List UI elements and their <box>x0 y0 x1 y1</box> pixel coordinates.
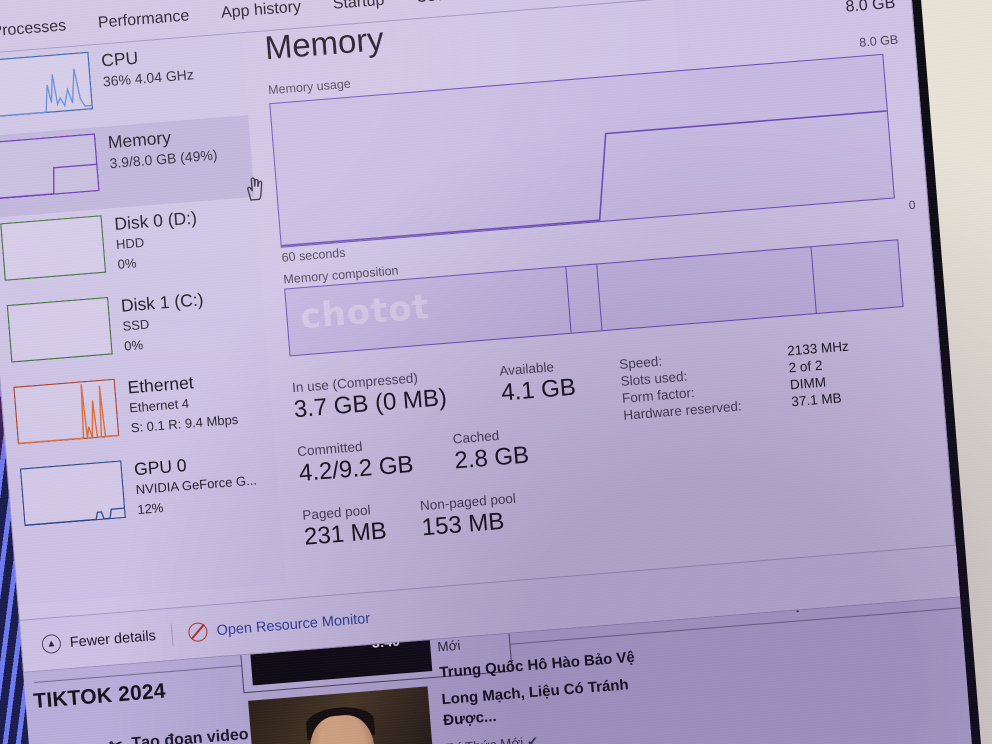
disk0-graph-icon <box>0 215 107 281</box>
stat-available-value: 4.1 GB <box>500 373 577 407</box>
total-memory-label: 8.0 GB <box>844 0 896 16</box>
footer-divider <box>170 623 174 646</box>
stat-paged-pool-value: 231 MB <box>303 517 388 551</box>
stat-available: Available 4.1 GB <box>499 358 577 408</box>
sidebar-disk0-sub2: 0% <box>117 254 137 272</box>
disk1-sparkline-thumbnail <box>6 296 113 363</box>
photo-of-monitor: TIKTOK 2024 uống ✂ Tạo đoạn video ≣+ Lưu… <box>0 0 992 744</box>
memory-sparkline-thumbnail <box>0 133 100 200</box>
sidebar-disk0-title: Disk 0 (D:) <box>113 207 198 235</box>
gpu0-sparkline-thumbnail <box>19 460 127 527</box>
cpu-graph-icon <box>0 51 94 118</box>
ethernet-graph-icon <box>13 378 120 445</box>
sidebar-cpu-sub: 36% 4.04 GHz <box>102 66 195 90</box>
cpu-sparkline-thumbnail <box>0 51 94 118</box>
graph-x-axis-right-label: 0 <box>908 197 917 213</box>
composition-segment-standby <box>597 247 817 331</box>
open-resource-monitor-button[interactable]: Open Resource Monitor <box>187 609 371 643</box>
ethernet-sparkline-thumbnail <box>13 378 120 445</box>
tab-startup[interactable]: Startup <box>327 0 390 17</box>
memory-usage-label: Memory usage <box>267 76 352 98</box>
open-resource-monitor-label: Open Resource Monitor <box>215 610 371 639</box>
stat-cached: Cached 2.8 GB <box>452 426 530 476</box>
gpu0-graph-icon <box>19 460 126 527</box>
disk0-sparkline-thumbnail <box>0 215 107 282</box>
scissors-icon: ✂ <box>108 735 124 744</box>
tab-users[interactable]: Users <box>410 0 464 10</box>
verified-icon: ✔ <box>526 733 539 744</box>
fewer-details-label: Fewer details <box>69 627 157 651</box>
sidebar-disk1-title: Disk 1 (C:) <box>120 289 205 316</box>
stat-committed: Committed 4.2/9.2 GB <box>297 435 415 488</box>
tab-performance[interactable]: Performance <box>92 4 195 36</box>
performance-sidebar: CPU 36% 4.04 GHz Memory 3.9/8.0 GB (49%) <box>0 33 286 605</box>
tab-processes[interactable]: Processes <box>0 14 72 45</box>
resource-monitor-icon <box>187 621 209 643</box>
fewer-details-button[interactable]: ▲ Fewer details <box>41 626 157 655</box>
disk1-graph-icon <box>6 296 113 363</box>
tab-app-history[interactable]: App history <box>215 0 307 26</box>
memory-graph-icon <box>0 133 100 200</box>
chevron-up-icon: ▲ <box>41 633 62 655</box>
page-title: Memory <box>263 19 386 67</box>
memory-usage-max-label: 8.0 GB <box>858 32 899 50</box>
sidebar-disk1-sub2: 0% <box>123 336 144 354</box>
memory-detail-pane: Memory 8.0 GB Memory usage 8.0 GB 60 sec… <box>242 0 956 583</box>
stat-paged-pool: Paged pool 231 MB <box>302 501 388 551</box>
stat-cached-value: 2.8 GB <box>453 441 531 475</box>
memory-usage-graph <box>269 53 895 248</box>
stat-non-paged-pool: Non-paged pool 153 MB <box>419 491 518 543</box>
graph-x-axis-left-label: 60 seconds <box>281 245 346 265</box>
memory-hardware-info: Speed: 2133 MHz Slots used: 2 of 2 Form … <box>619 338 854 424</box>
monitor-screen: TIKTOK 2024 uống ✂ Tạo đoạn video ≣+ Lưu… <box>0 0 982 744</box>
stat-in-use: In use (Compressed) 3.7 GB (0 MB) <box>292 368 448 424</box>
task-manager-window: File Options View Processes Performance … <box>0 0 962 673</box>
memory-usage-plot <box>281 110 887 247</box>
tab-details[interactable]: Details <box>484 0 545 5</box>
composition-segment-free <box>812 240 903 313</box>
